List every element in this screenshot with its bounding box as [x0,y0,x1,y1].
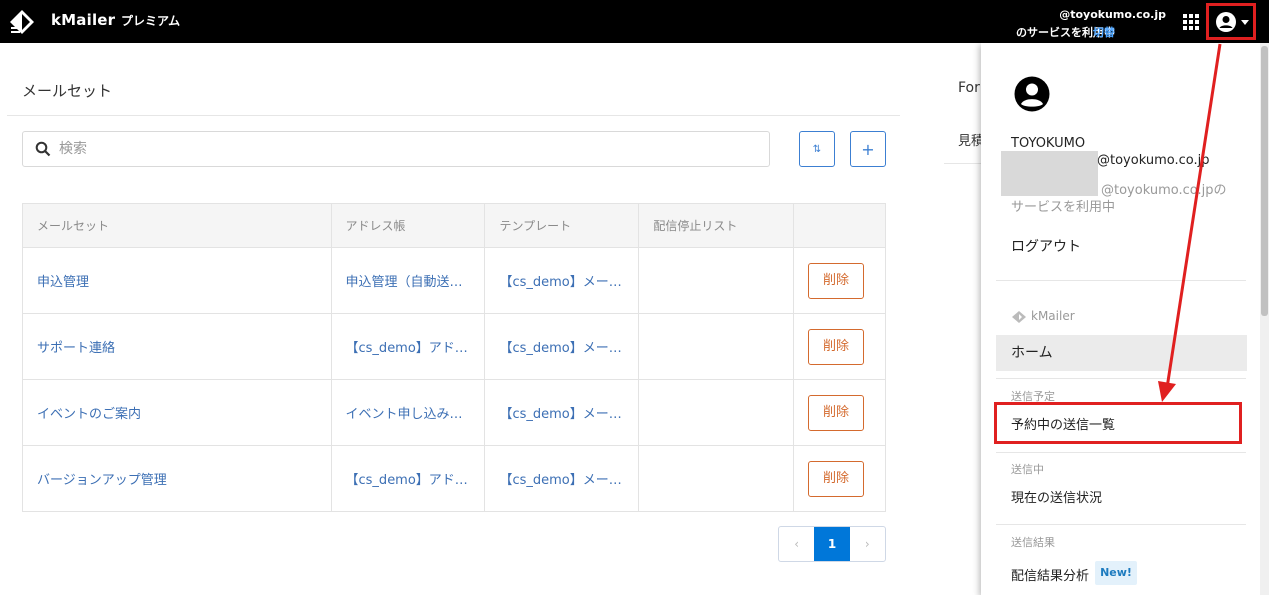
actions-cell: 削除 [793,313,886,380]
template-link[interactable]: 【cs_demo】メー… [484,313,640,380]
column-header-unsubscribe: 配信停止リスト [638,203,795,248]
unsubscribe-cell [638,445,795,512]
pagination: ‹ 1 › [778,526,886,562]
brand-name: kMailer [51,11,116,29]
service-using-text: サービスを利用中 [1011,200,1116,215]
divider [996,452,1246,453]
delete-button[interactable]: 削除 [808,262,865,299]
page-button-current[interactable]: 1 [814,527,850,561]
new-badge: New! [1095,561,1137,585]
user-email: @toyokumo.co.jp [1097,153,1210,168]
section-label-results: 送信結果 [1011,536,1055,549]
user-avatar-icon [1216,12,1236,32]
divider [7,115,900,116]
template-link[interactable]: 【cs_demo】メー… [484,247,640,314]
template-link[interactable]: 【cs_demo】メー… [484,445,640,512]
mailset-name-link[interactable]: イベントのご案内 [22,379,332,446]
next-page-button[interactable]: › [850,527,885,561]
company-name: TOYOKUMO [1011,136,1086,151]
table-header-row: メールセット アドレス帳 テンプレート 配信停止リスト [22,203,886,248]
section-label-sending: 送信中 [1011,463,1044,476]
address-book-link[interactable]: イベント申し込み… [330,379,486,446]
actions-cell: 削除 [793,247,886,314]
user-avatar-icon [1014,76,1050,112]
sending-status-menu-item[interactable]: 現在の送信状況 [1011,487,1102,506]
address-book-link[interactable]: 申込管理（自動送… [330,247,486,314]
mailset-name-link[interactable]: サポート連絡 [22,313,332,380]
mailset-table: メールセット アドレス帳 テンプレート 配信停止リスト 申込管理 申込管理（自動… [22,203,886,512]
divider [996,280,1246,281]
column-header-actions [793,203,886,248]
user-dropdown-menu: TOYOKUMO @toyokumo.co.jp @toyokumo.co.jp… [981,43,1261,595]
divider [996,524,1246,525]
actions-cell: 削除 [793,379,886,446]
table-row: サポート連絡 【cs_demo】アド… 【cs_demo】メー… 削除 [22,313,886,380]
unsubscribe-cell [638,379,795,446]
unsubscribe-cell [638,247,795,314]
chevron-down-icon [1241,20,1249,25]
column-header-mailset: メールセット [22,203,332,248]
sort-button[interactable]: ⇅ [799,131,835,167]
mailset-name-link[interactable]: 申込管理 [22,247,332,314]
delete-button[interactable]: 削除 [808,328,865,365]
table-row: イベントのご案内 イベント申し込み… 【cs_demo】メー… 削除 [22,379,886,446]
apps-grid-icon[interactable] [1183,14,1199,30]
page-title: メールセット [22,82,113,100]
user-menu-button[interactable] [1206,3,1256,40]
search-box[interactable] [22,131,770,167]
service-domain-text: @toyokumo.co.jpの [1101,183,1227,198]
logout-link[interactable]: ログアウト [1011,236,1081,256]
unsubscribe-cell [638,313,795,380]
highlight-box [994,402,1242,444]
template-link[interactable]: 【cs_demo】メー… [484,379,640,446]
results-analysis-menu-item[interactable]: 配信結果分析 [1011,565,1089,584]
right-panel-title: Forı [958,80,984,96]
search-icon [35,141,51,157]
delete-button[interactable]: 削除 [808,460,865,497]
search-input[interactable] [59,138,759,160]
plan-label: プレミアム [121,14,181,28]
mailset-name-link[interactable]: バージョンアップ管理 [22,445,332,512]
column-header-template: テンプレート [484,203,640,248]
switch-account-link[interactable]: 切替 [1093,24,1115,40]
table-row: バージョンアップ管理 【cs_demo】アド… 【cs_demo】メー… 削除 [22,445,886,512]
kmailer-app-icon [1012,311,1026,323]
address-book-link[interactable]: 【cs_demo】アド… [330,445,486,512]
account-email: @toyokumo.co.jp [1059,8,1166,21]
table-row: 申込管理 申込管理（自動送… 【cs_demo】メー… 削除 [22,247,886,314]
address-book-link[interactable]: 【cs_demo】アド… [330,313,486,380]
prev-page-button[interactable]: ‹ [779,527,814,561]
scrollbar-thumb[interactable] [1261,46,1268,316]
redacted-block [1001,151,1098,196]
kmailer-logo-icon[interactable] [8,8,36,36]
app-name-label: kMailer [1031,309,1075,323]
actions-cell: 削除 [793,445,886,512]
divider [944,163,984,164]
divider [996,378,1246,379]
column-header-address-book: アドレス帳 [330,203,486,248]
add-button[interactable]: + [850,131,886,167]
top-bar: kMailer プレミアム @toyokumo.co.jp のサービスを利用中 … [0,0,1269,43]
delete-button[interactable]: 削除 [808,394,865,431]
home-menu-item[interactable]: ホーム [996,335,1247,371]
